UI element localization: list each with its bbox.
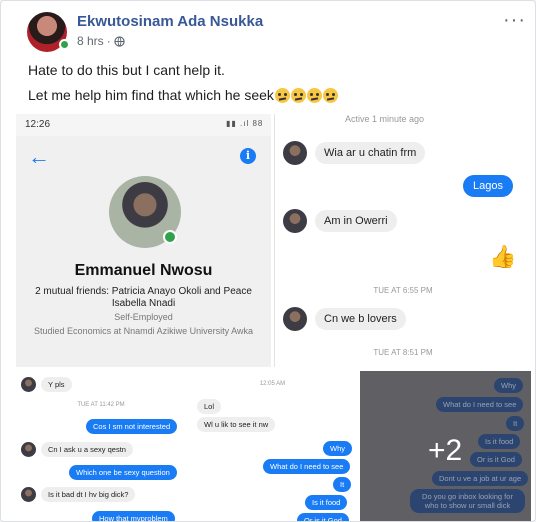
outgoing-message: How that mvproblem xyxy=(92,511,175,521)
outgoing-message: Why xyxy=(323,441,352,456)
outgoing-message: Which one be sexy question xyxy=(69,465,177,480)
chat-message-row: What do I need to see xyxy=(263,459,351,474)
thumbs-up-icon: 👍 xyxy=(489,244,517,269)
outgoing-message: Or is it God xyxy=(297,513,349,521)
chat-message-row: Wl u lik to see it nw xyxy=(197,417,276,432)
chat-avatar xyxy=(283,141,307,165)
online-indicator xyxy=(59,39,70,50)
chat-message-row: It xyxy=(333,477,352,492)
emoji-icon xyxy=(322,87,338,103)
chat-avatar xyxy=(21,377,36,392)
chat-timestamp: TUE AT 8:51 PM xyxy=(373,348,433,357)
outgoing-message: What do I need to see xyxy=(263,459,351,474)
chat-avatar xyxy=(283,307,307,331)
chat-avatar xyxy=(21,487,36,502)
emoji-icon xyxy=(306,87,322,103)
chat-message-row: Cn we b lovers xyxy=(283,307,406,331)
post-text-line-2: Let me help him find that which he seek xyxy=(28,87,338,103)
chat-message-row: Cn I ask u a sexy qestn xyxy=(21,442,133,457)
status-icons: ▮▮ .ıl 88 xyxy=(226,119,264,128)
post-time[interactable]: 8 hrs xyxy=(77,34,104,48)
chat-message-row: Am in Owerri xyxy=(283,209,397,233)
outgoing-message: Is it food xyxy=(305,495,348,510)
chat-avatar xyxy=(283,209,307,233)
profile-name: Emmanuel Nwosu xyxy=(74,262,213,279)
incoming-message: Wia ar u chatin frm xyxy=(315,142,426,164)
photo-chat-screenshot-3[interactable]: 12:05 AM Lol Wl u lik to see it nw Why W… xyxy=(187,371,358,521)
info-icon: i xyxy=(240,148,256,164)
outgoing-message: Lagos xyxy=(463,175,513,197)
back-arrow-icon: ← xyxy=(28,144,50,169)
chat-message-row: Which one be sexy question xyxy=(69,465,177,480)
globe-icon xyxy=(114,35,125,47)
chat-message-row: Cos I sm not interested xyxy=(86,419,178,434)
author-name[interactable]: Ekwutosinam Ada Nsukka xyxy=(77,13,263,30)
emoji-icon xyxy=(290,87,306,103)
phone-status-bar: 12:26 ▮▮ .ıl 88 xyxy=(16,114,271,136)
chat-message-row: Lol xyxy=(197,399,222,414)
status-clock: 12:26 xyxy=(25,119,51,130)
incoming-message: Am in Owerri xyxy=(315,210,397,232)
chat-message-row: Lagos xyxy=(463,175,513,197)
post-meta: 8 hrs · xyxy=(77,34,125,48)
chat-active-status: Active 1 minute ago xyxy=(345,114,425,124)
outgoing-message: Cos I sm not interested xyxy=(86,419,178,434)
facebook-post: Ekwutosinam Ada Nsukka 8 hrs · ··· Hate … xyxy=(0,0,536,522)
chat-timestamp: TUE AT 11:42 PM xyxy=(77,402,125,408)
incoming-message: Wl u lik to see it nw xyxy=(197,417,276,432)
chat-timestamp: TUE AT 6:55 PM xyxy=(373,286,433,295)
chat-avatar xyxy=(21,442,36,457)
incoming-message: Cn I ask u a sexy qestn xyxy=(41,442,133,457)
incoming-message: Is it bad dt I hv big dick? xyxy=(41,487,136,502)
more-photos-count[interactable]: +2 xyxy=(428,434,462,468)
chat-message-row: Y pls xyxy=(21,377,72,392)
profile-online-indicator xyxy=(163,230,177,244)
photo-chat-screenshot-1[interactable]: Active 1 minute ago Wia ar u chatin frm … xyxy=(274,114,530,367)
chat-message-row: Is it food xyxy=(305,495,348,510)
post-text-line-2-content: Let me help him find that which he seek xyxy=(28,87,274,103)
profile-school: Studied Economics at Nnamdi Azikiwe Univ… xyxy=(34,326,253,336)
incoming-message: Y pls xyxy=(41,377,72,392)
incoming-message: Cn we b lovers xyxy=(315,308,406,330)
photo-profile-screenshot[interactable]: 12:26 ▮▮ .ıl 88 ← i Emmanuel Nwosu 2 mut… xyxy=(16,114,271,367)
incoming-message: Lol xyxy=(197,399,222,414)
photo-chat-screenshot-2[interactable]: Y pls TUE AT 11:42 PM Cos I sm not inter… xyxy=(16,371,186,521)
profile-job: Self-Employed xyxy=(114,312,173,322)
chat-message-row: How that mvproblem xyxy=(92,511,175,521)
post-text-line-1: Hate to do this but I cant help it. xyxy=(28,62,225,78)
chat-message-row: Or is it God xyxy=(297,513,349,521)
chat-message-row: Wia ar u chatin frm xyxy=(283,141,426,165)
post-header: Ekwutosinam Ada Nsukka 8 hrs · ··· xyxy=(1,1,535,57)
more-options-icon[interactable]: ··· xyxy=(503,9,526,32)
emoji-icon xyxy=(274,87,290,103)
chat-message-row: Why xyxy=(323,441,352,456)
profile-mutual-friends: 2 mutual friends: Patricia Anayo Okoli a… xyxy=(35,286,252,309)
chat-timestamp: 12:05 AM xyxy=(259,381,286,387)
outgoing-message: It xyxy=(333,477,352,492)
meta-separator: · xyxy=(106,34,111,48)
chat-message-row: Is it bad dt I hv big dick? xyxy=(21,487,136,502)
